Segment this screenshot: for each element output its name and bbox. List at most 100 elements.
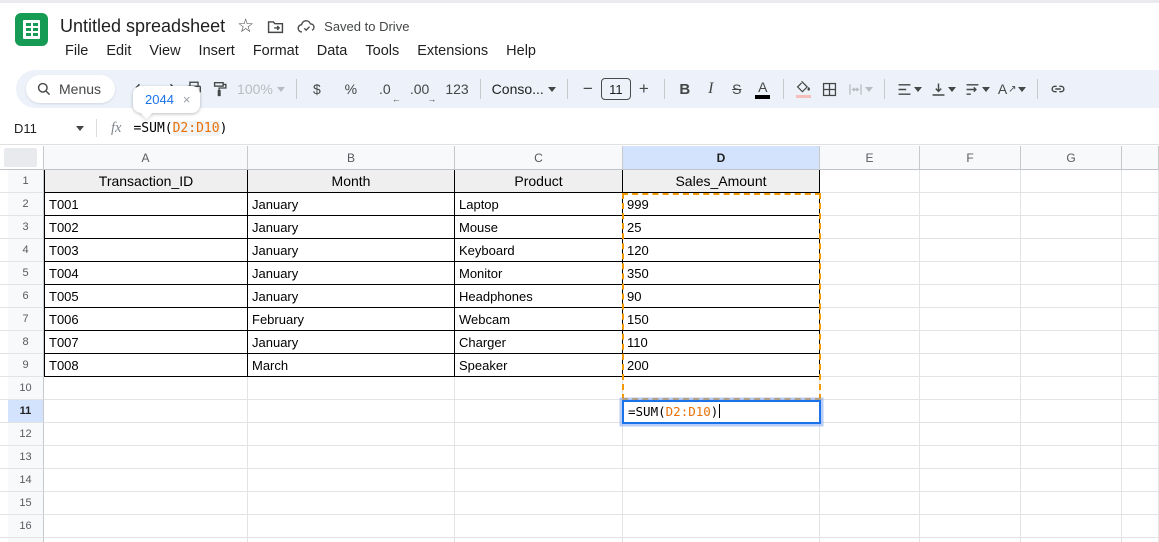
cell-C14[interactable] xyxy=(455,469,623,492)
cell-B16[interactable] xyxy=(248,515,455,538)
cell-F4[interactable] xyxy=(920,239,1021,262)
cell-D1[interactable]: Sales_Amount xyxy=(623,170,820,193)
menu-data[interactable]: Data xyxy=(308,40,357,62)
format-dot0-button[interactable]: .0← xyxy=(372,76,398,102)
merge-cells-button[interactable] xyxy=(843,76,877,102)
row-header-7[interactable]: 7 xyxy=(0,308,44,331)
menu-view[interactable]: View xyxy=(140,40,189,62)
cell-D13[interactable] xyxy=(623,446,820,469)
cell-D6[interactable]: 90 xyxy=(623,285,820,308)
zoom-control[interactable]: 100% xyxy=(233,76,289,102)
cell-F10[interactable] xyxy=(920,377,1021,400)
star-icon[interactable]: ☆ xyxy=(237,15,254,38)
row-header-9[interactable]: 9 xyxy=(0,354,44,377)
text-rotation-button[interactable]: A↗ xyxy=(994,76,1030,102)
cell-D14[interactable] xyxy=(623,469,820,492)
column-header-D[interactable]: D xyxy=(623,146,820,170)
cell-partial-12[interactable] xyxy=(1122,423,1159,446)
cell-C2[interactable]: Laptop xyxy=(455,193,623,216)
italic-button[interactable]: I xyxy=(698,76,724,102)
cell-partial-1[interactable] xyxy=(1122,170,1159,193)
cell-E5[interactable] xyxy=(820,262,920,285)
cell-partial-10[interactable] xyxy=(1122,377,1159,400)
cell-partial-9[interactable] xyxy=(1122,354,1159,377)
cell-G11[interactable] xyxy=(1021,400,1122,423)
cell-D4[interactable]: 120 xyxy=(623,239,820,262)
cell-F9[interactable] xyxy=(920,354,1021,377)
cell-G6[interactable] xyxy=(1021,285,1122,308)
notification-close-icon[interactable]: × xyxy=(183,92,191,107)
cell-D7[interactable]: 150 xyxy=(623,308,820,331)
move-to-folder-icon[interactable] xyxy=(266,17,285,36)
cell-partial-17[interactable] xyxy=(1122,538,1159,542)
cell-D8[interactable]: 110 xyxy=(623,331,820,354)
insert-link-button[interactable] xyxy=(1045,76,1071,102)
cell-C1[interactable]: Product xyxy=(455,170,623,193)
cell-F14[interactable] xyxy=(920,469,1021,492)
cell-C3[interactable]: Mouse xyxy=(455,216,623,239)
cell-partial-5[interactable] xyxy=(1122,262,1159,285)
row-header-4[interactable]: 4 xyxy=(0,239,44,262)
cell-G5[interactable] xyxy=(1021,262,1122,285)
cell-B9[interactable]: March xyxy=(248,354,455,377)
cell-F8[interactable] xyxy=(920,331,1021,354)
cell-partial-6[interactable] xyxy=(1122,285,1159,308)
bold-button[interactable]: B xyxy=(672,76,698,102)
cell-G17[interactable] xyxy=(1021,538,1122,542)
row-header-16[interactable]: 16 xyxy=(0,515,44,538)
cell-D12[interactable] xyxy=(623,423,820,446)
cell-partial-8[interactable] xyxy=(1122,331,1159,354)
menus-search-button[interactable]: Menus xyxy=(26,75,115,103)
format-%-button[interactable]: % xyxy=(338,76,364,102)
cell-partial-14[interactable] xyxy=(1122,469,1159,492)
cell-A12[interactable] xyxy=(44,423,248,446)
cell-E3[interactable] xyxy=(820,216,920,239)
text-wrapping-button[interactable] xyxy=(960,76,994,102)
cell-G4[interactable] xyxy=(1021,239,1122,262)
increase-font-size-button[interactable]: + xyxy=(631,76,657,102)
format-dot00-button[interactable]: .00→ xyxy=(406,76,433,102)
formula-input[interactable]: =SUM(D2:D10) xyxy=(133,121,227,136)
cell-partial-11[interactable] xyxy=(1122,400,1159,423)
cell-A5[interactable]: T004 xyxy=(44,262,248,285)
active-formula-cell-D11[interactable]: =SUM(D2:D10) xyxy=(623,400,820,423)
cell-C17[interactable] xyxy=(455,538,623,542)
cell-B14[interactable] xyxy=(248,469,455,492)
column-header-F[interactable]: F xyxy=(920,146,1021,170)
font-family-selector[interactable]: Conso... xyxy=(488,76,560,102)
cell-B10[interactable] xyxy=(248,377,455,400)
cell-C4[interactable]: Keyboard xyxy=(455,239,623,262)
cell-E16[interactable] xyxy=(820,515,920,538)
cell-F2[interactable] xyxy=(920,193,1021,216)
cell-G12[interactable] xyxy=(1021,423,1122,446)
row-header-1[interactable]: 1 xyxy=(0,170,44,193)
cell-E1[interactable] xyxy=(820,170,920,193)
row-header-3[interactable]: 3 xyxy=(0,216,44,239)
cell-A1[interactable]: Transaction_ID xyxy=(44,170,248,193)
row-header-5[interactable]: 5 xyxy=(0,262,44,285)
cell-B7[interactable]: February xyxy=(248,308,455,331)
cell-G14[interactable] xyxy=(1021,469,1122,492)
cell-A10[interactable] xyxy=(44,377,248,400)
paint-format-button[interactable] xyxy=(207,76,233,102)
row-header-6[interactable]: 6 xyxy=(0,285,44,308)
cell-A4[interactable]: T003 xyxy=(44,239,248,262)
cell-A17[interactable] xyxy=(44,538,248,542)
row-header-17[interactable]: 17 xyxy=(0,538,44,542)
cell-D10[interactable] xyxy=(623,377,820,400)
cell-A2[interactable]: T001 xyxy=(44,193,248,216)
cell-G1[interactable] xyxy=(1021,170,1122,193)
cell-C15[interactable] xyxy=(455,492,623,515)
cell-D9[interactable]: 200 xyxy=(623,354,820,377)
cell-E14[interactable] xyxy=(820,469,920,492)
cell-D16[interactable] xyxy=(623,515,820,538)
cell-partial-16[interactable] xyxy=(1122,515,1159,538)
cell-A14[interactable] xyxy=(44,469,248,492)
cell-G7[interactable] xyxy=(1021,308,1122,331)
cell-C13[interactable] xyxy=(455,446,623,469)
cell-B12[interactable] xyxy=(248,423,455,446)
horizontal-align-button[interactable] xyxy=(892,76,926,102)
column-header-B[interactable]: B xyxy=(248,146,455,170)
cell-partial-7[interactable] xyxy=(1122,308,1159,331)
cell-F5[interactable] xyxy=(920,262,1021,285)
